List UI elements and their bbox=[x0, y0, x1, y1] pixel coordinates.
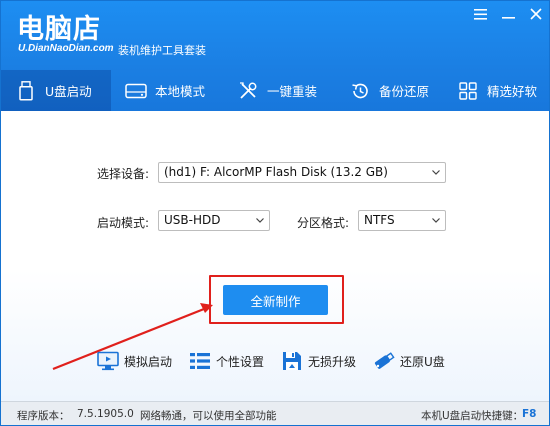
device-select[interactable]: (hd1) F: AlcorMP Flash Disk (13.2 GB) bbox=[158, 162, 446, 183]
tools-row: 模拟启动 个性设置 无损升级 还原U盘 bbox=[94, 347, 514, 375]
floppy-upgrade-icon bbox=[280, 349, 304, 373]
restore-usb-tool[interactable]: 还原U盘 bbox=[372, 347, 445, 375]
device-select-value: (hd1) F: AlcorMP Flash Disk (13.2 GB) bbox=[164, 165, 388, 179]
tab-label: 精选好软 bbox=[487, 84, 538, 99]
main-tabs: U盘启动 本地模式 一键重装 备份还原 精选好软 bbox=[1, 70, 549, 111]
main-panel: 选择设备: (hd1) F: AlcorMP Flash Disk (13.2 … bbox=[1, 111, 549, 401]
hotkey-value: F8 bbox=[522, 408, 537, 420]
hotkey-label: 本机U盘启动快捷键： bbox=[421, 410, 524, 422]
tab-label: 一键重装 bbox=[267, 84, 318, 99]
device-label: 选择设备: bbox=[97, 167, 150, 181]
minimize-icon[interactable] bbox=[501, 7, 515, 21]
tool-label: 还原U盘 bbox=[400, 354, 445, 369]
boot-mode-label: 启动模式: bbox=[97, 216, 150, 230]
personal-settings-tool[interactable]: 个性设置 bbox=[188, 347, 264, 375]
app-subtitle: 装机维护工具套装 bbox=[118, 44, 206, 57]
close-icon[interactable] bbox=[529, 7, 543, 21]
tab-local-mode[interactable]: 本地模式 bbox=[111, 70, 223, 111]
monitor-icon bbox=[96, 349, 120, 373]
menu-icon[interactable] bbox=[473, 7, 487, 21]
hard-disk-icon bbox=[125, 80, 147, 102]
boot-mode-select[interactable]: USB-HDD bbox=[158, 210, 270, 231]
network-status: 网络畅通，可以使用全部功能 bbox=[140, 410, 277, 422]
tab-backup-restore[interactable]: 备份还原 bbox=[335, 70, 443, 111]
app-url: U.DianNaoDian.com bbox=[18, 43, 114, 54]
usb-restore-icon bbox=[372, 349, 396, 373]
tool-label: 无损升级 bbox=[308, 354, 357, 369]
app-logo: 电脑店 bbox=[17, 14, 101, 45]
tab-usb-boot[interactable]: U盘启动 bbox=[1, 70, 111, 111]
tool-label: 个性设置 bbox=[216, 354, 265, 369]
header-bar: 电脑店 U.DianNaoDian.com 装机维护工具套装 U盘启动 本地模式… bbox=[1, 1, 549, 111]
restore-icon bbox=[349, 80, 371, 102]
partition-value: NTFS bbox=[364, 213, 395, 227]
tab-one-click-reinstall[interactable]: 一键重装 bbox=[223, 70, 335, 111]
apps-grid-icon bbox=[457, 80, 479, 102]
window-controls bbox=[473, 7, 543, 21]
boot-mode-value: USB-HDD bbox=[164, 213, 221, 227]
partition-label: 分区格式: bbox=[297, 216, 350, 230]
lossless-upgrade-tool[interactable]: 无损升级 bbox=[280, 347, 356, 375]
app-window: 电脑店 U.DianNaoDian.com 装机维护工具套装 U盘启动 本地模式… bbox=[0, 0, 550, 426]
version-label: 程序版本： bbox=[17, 410, 70, 422]
status-bar: 程序版本： 7.5.1905.0 网络畅通，可以使用全部功能 本机U盘启动快捷键… bbox=[1, 401, 549, 425]
tab-selected-software[interactable]: 精选好软 bbox=[443, 70, 549, 111]
tools-icon bbox=[237, 80, 259, 102]
tab-label: 备份还原 bbox=[379, 84, 430, 99]
version-number: 7.5.1905.0 bbox=[77, 408, 134, 420]
chevron-down-icon bbox=[432, 170, 440, 175]
create-new-button[interactable]: 全新制作 bbox=[223, 285, 328, 315]
partition-select[interactable]: NTFS bbox=[358, 210, 446, 231]
chevron-down-icon bbox=[256, 218, 264, 223]
chevron-down-icon bbox=[432, 218, 440, 223]
tab-label: U盘启动 bbox=[45, 84, 92, 99]
simulate-boot-tool[interactable]: 模拟启动 bbox=[96, 347, 172, 375]
tab-label: 本地模式 bbox=[155, 84, 206, 99]
tool-label: 模拟启动 bbox=[124, 354, 173, 369]
settings-list-icon bbox=[188, 349, 212, 373]
usb-icon bbox=[15, 80, 37, 102]
